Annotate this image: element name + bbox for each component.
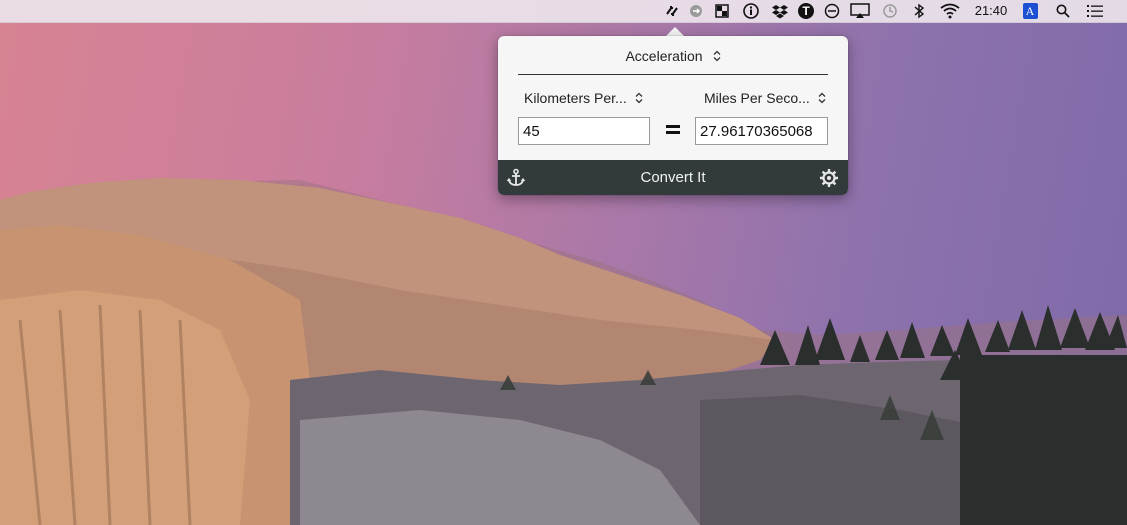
from-unit-select[interactable]: Kilometers Per...: [524, 88, 643, 108]
convert-button[interactable]: Convert It: [598, 160, 748, 195]
chevron-updown-icon: [713, 50, 721, 62]
input-source-label: A: [1025, 3, 1035, 18]
t-app-icon[interactable]: T: [798, 3, 814, 19]
airplay-icon[interactable]: [850, 3, 870, 19]
category-label: Acceleration: [625, 48, 703, 64]
dropbox-icon[interactable]: [772, 3, 788, 19]
bluetooth-icon[interactable]: [911, 3, 927, 19]
circle-arrow-icon[interactable]: [688, 3, 704, 19]
to-unit-label: Miles Per Seco...: [704, 90, 810, 106]
to-value-input[interactable]: [695, 117, 828, 145]
equals-icon: [666, 122, 680, 136]
category-select[interactable]: Acceleration: [498, 46, 848, 66]
t-app-label: T: [802, 4, 810, 18]
time-machine-icon[interactable]: [882, 3, 898, 19]
from-unit-label: Kilometers Per...: [524, 90, 627, 106]
no-entry-icon[interactable]: [824, 3, 840, 19]
menu-bar: T 21:40 A: [0, 0, 1127, 23]
unit-converter-popover: Acceleration Kilometers Per... Miles Per…: [498, 36, 848, 195]
popover-footer: Convert It: [498, 160, 848, 195]
chevron-updown-icon: [635, 92, 643, 104]
notification-center-icon[interactable]: [1087, 3, 1103, 19]
from-value-input[interactable]: [518, 117, 650, 145]
popover-arrow: [666, 27, 684, 36]
grid-app-icon[interactable]: [714, 3, 730, 19]
spotlight-search-icon[interactable]: [1055, 3, 1071, 19]
gear-icon[interactable]: [819, 168, 839, 188]
menu-clock[interactable]: 21:40: [971, 3, 1011, 19]
input-source-icon[interactable]: A: [1022, 3, 1038, 19]
info-icon[interactable]: [743, 3, 759, 19]
unit-converter-icon[interactable]: [664, 3, 680, 19]
anchor-icon[interactable]: [506, 168, 526, 188]
wifi-icon[interactable]: [940, 3, 960, 19]
chevron-updown-icon: [818, 92, 826, 104]
to-unit-select[interactable]: Miles Per Seco...: [704, 88, 826, 108]
category-divider: [518, 74, 828, 75]
